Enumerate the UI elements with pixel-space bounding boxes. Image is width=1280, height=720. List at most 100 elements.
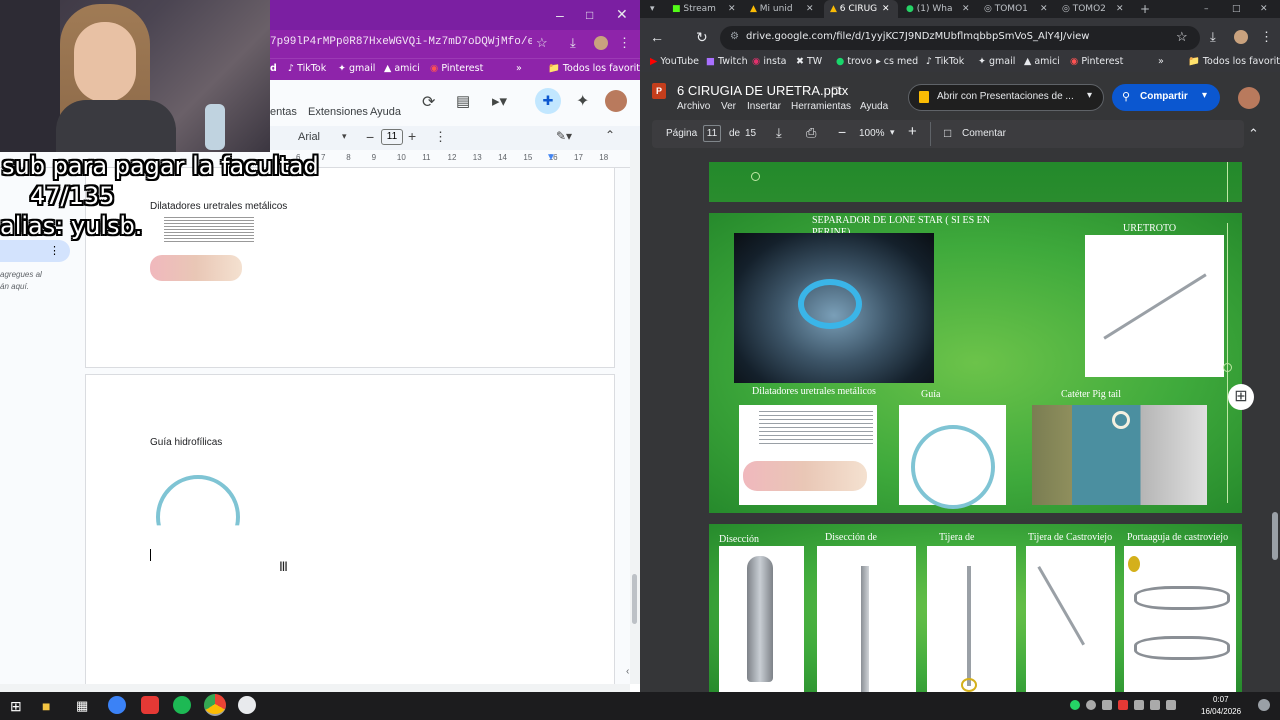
slide-11[interactable]: SEPARADOR DE LONE STAR ( SI ES EN PERINE… xyxy=(709,213,1242,513)
tray-icon[interactable] xyxy=(1134,700,1144,710)
tab-stream[interactable]: ■ Stream xyxy=(672,0,716,18)
bookmark-tw[interactable]: ✖ TW xyxy=(796,56,822,67)
more-icon[interactable]: ⋮ xyxy=(49,244,60,257)
notification-icon[interactable] xyxy=(1258,699,1270,711)
bookmark-youtube[interactable]: ▶ YouTube xyxy=(650,56,699,67)
more-icon[interactable]: ⋮ xyxy=(1260,29,1273,45)
needle-holder-image[interactable] xyxy=(1124,546,1236,694)
bookmark-twitch[interactable]: ■ Twitch xyxy=(706,56,748,67)
edit-mode-icon[interactable]: ✎▾ xyxy=(556,129,572,143)
guia-image[interactable] xyxy=(899,405,1006,509)
dissection-forceps-image[interactable] xyxy=(817,546,916,694)
windows-start-icon[interactable]: ⊞ xyxy=(10,698,22,715)
print-icon[interactable]: ⎙ xyxy=(806,125,816,141)
add-comment-icon[interactable]: ⊞ xyxy=(1228,384,1254,410)
dilatadores-image[interactable] xyxy=(739,405,877,505)
font-select[interactable]: Arial xyxy=(298,131,320,143)
close-icon[interactable]: ✕ xyxy=(1040,0,1048,18)
menu-archivo[interactable]: Archivo xyxy=(677,101,710,112)
zoom-level[interactable]: 100% xyxy=(859,128,885,139)
document-area[interactable]: Dilatadores uretrales metálicos Guía hid… xyxy=(0,168,630,684)
menu-item-tools[interactable]: entas xyxy=(270,106,297,118)
menu-herramientas[interactable]: Herramientas xyxy=(791,101,851,112)
menu-ayuda[interactable]: Ayuda xyxy=(860,101,888,112)
open-with-button[interactable]: Abrir con Presentaciones de ... ▾ xyxy=(908,84,1104,111)
meet-icon[interactable]: ▸▾ xyxy=(492,92,507,110)
clock-time[interactable]: 0:07 xyxy=(1213,695,1229,704)
close-icon[interactable]: ✕ xyxy=(1260,0,1268,18)
scrollbar-thumb[interactable] xyxy=(1272,512,1278,560)
all-bookmarks[interactable]: 📁 Todos los favoritos xyxy=(548,63,640,74)
tab-drive[interactable]: ▲ Mi unid xyxy=(750,0,793,18)
doc-page-1[interactable]: Dilatadores uretrales metálicos xyxy=(85,168,615,368)
comment-button[interactable]: Comentar xyxy=(962,128,1006,139)
profile-avatar[interactable] xyxy=(594,36,608,50)
avatar[interactable] xyxy=(1238,87,1260,109)
close-icon[interactable]: ✕ xyxy=(1116,0,1124,18)
castroviejo-scissors-image[interactable] xyxy=(1026,546,1115,694)
minimize-icon[interactable]: – xyxy=(556,6,564,24)
close-icon[interactable]: ✕ xyxy=(882,0,890,18)
url-text[interactable]: drive.google.com/file/d/1yyjKC7J9NDzMUbf… xyxy=(746,31,1089,42)
chevron-down-icon[interactable]: ▾ xyxy=(1087,90,1092,101)
site-info-icon[interactable]: ⚙ xyxy=(730,31,739,42)
folder-icon[interactable]: □ xyxy=(832,83,839,97)
star-icon[interactable]: ☆ xyxy=(1176,29,1188,45)
font-size-input[interactable]: 11 xyxy=(381,129,403,145)
reload-icon[interactable]: ↻ xyxy=(696,29,708,46)
sidebar-tab[interactable]: ⋮ xyxy=(0,240,70,262)
more-options-icon[interactable]: ⋮ xyxy=(434,129,447,145)
scrollbar[interactable] xyxy=(630,150,640,684)
tab-tomo1[interactable]: ◎ TOMO1 xyxy=(984,0,1028,18)
history-icon[interactable]: ⟳ xyxy=(422,92,435,112)
tray-icon[interactable] xyxy=(1102,700,1112,710)
gemini-icon[interactable]: ✦ xyxy=(576,91,589,111)
tab-whatsapp[interactable]: ● (1) Wha xyxy=(906,0,952,18)
volume-icon[interactable] xyxy=(1166,700,1176,710)
share-user-icon[interactable]: ✚ xyxy=(535,88,561,114)
tray-icon[interactable] xyxy=(1086,700,1096,710)
chrome-icon[interactable] xyxy=(204,694,226,716)
download-icon[interactable]: ⤓ xyxy=(1210,29,1216,45)
close-icon[interactable]: ✕ xyxy=(616,5,628,23)
maximize-icon[interactable]: □ xyxy=(1232,0,1241,18)
share-button[interactable]: ⚲ Compartir ▾ xyxy=(1112,84,1220,111)
new-tab-button[interactable]: + xyxy=(1140,0,1150,18)
forceps-image[interactable] xyxy=(719,546,804,694)
slide-12[interactable]: Disección Disección de Tijera de Tijera … xyxy=(709,524,1242,694)
file-explorer-icon[interactable]: ■ xyxy=(42,698,50,714)
slide-10-bottom[interactable] xyxy=(709,162,1242,202)
app-icon[interactable] xyxy=(108,696,126,714)
chevron-left-icon[interactable]: ‹ xyxy=(626,666,629,677)
more-icon[interactable]: ⋮ xyxy=(618,34,631,52)
guide-wire-image[interactable] xyxy=(156,475,240,526)
download-icon[interactable]: ⤓ xyxy=(570,34,576,52)
chevron-down-icon[interactable]: ▾ xyxy=(342,131,347,142)
bookmark-amici[interactable]: ▲ amici xyxy=(1024,56,1060,67)
scissors-image[interactable] xyxy=(927,546,1016,694)
back-icon[interactable]: ← xyxy=(650,29,664,45)
zoom-in-button[interactable]: + xyxy=(908,123,917,140)
spotify-icon[interactable] xyxy=(173,696,191,714)
url-text[interactable]: 7p99lP4rMPp0R87HxeWGVQi-Mz7mD7oDQWjMfo/e… xyxy=(270,36,532,48)
download-icon[interactable]: ⤓ xyxy=(776,125,782,141)
chevron-down-icon[interactable]: ▾ xyxy=(890,127,895,138)
bookmark-pinterest[interactable]: ◉ Pinterest xyxy=(1070,56,1123,67)
whatsapp-icon[interactable] xyxy=(1070,700,1080,710)
minimize-icon[interactable]: – xyxy=(1204,0,1209,18)
bookmark-amici[interactable]: ▲ amici xyxy=(384,63,420,74)
menu-item-help[interactable]: Ayuda xyxy=(370,106,401,118)
tray-icon[interactable] xyxy=(1118,700,1128,710)
obs-icon[interactable] xyxy=(238,696,256,714)
bookmark-gmail[interactable]: ✦ gmail xyxy=(338,63,375,74)
pigtail-catheter-image[interactable] xyxy=(1032,405,1207,505)
menu-insertar[interactable]: Insertar xyxy=(747,101,781,112)
collapse-icon[interactable]: ⌃ xyxy=(1248,126,1259,142)
profile-avatar[interactable] xyxy=(1234,30,1248,44)
bookmark-partial[interactable]: d xyxy=(270,63,277,74)
collapse-icon[interactable]: ⌃ xyxy=(605,128,615,142)
maximize-icon[interactable]: □ xyxy=(586,6,593,24)
wifi-icon[interactable] xyxy=(1150,700,1160,710)
bookmark-tiktok[interactable]: ♪ TikTok xyxy=(288,63,326,74)
increase-size-button[interactable]: + xyxy=(408,128,416,144)
